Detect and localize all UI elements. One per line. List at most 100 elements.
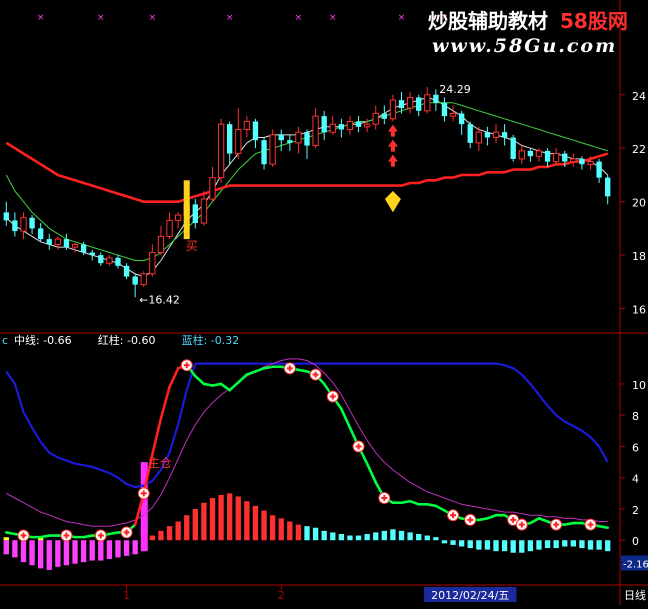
candle-body-down	[458, 113, 465, 125]
momentum-line-segment	[82, 534, 94, 539]
histogram-bar	[37, 540, 44, 569]
histogram-bar	[596, 540, 602, 550]
candle-body-up	[166, 219, 173, 237]
candle-body-down	[63, 239, 70, 248]
indicator-tick-label: 0	[632, 535, 639, 548]
histogram-bar	[106, 540, 113, 559]
top-signal-x: ×	[37, 13, 45, 23]
legend-item-0: 中线: -0.66	[14, 333, 72, 347]
indicator-tick-label: 4	[632, 473, 639, 486]
histogram-bar	[484, 540, 491, 550]
period-label: 日线	[624, 588, 646, 602]
momentum-line-segment	[563, 521, 575, 526]
candle-body-down	[115, 257, 121, 266]
histogram-bar	[312, 527, 319, 541]
candle-body-down	[37, 228, 44, 240]
histogram-bar	[184, 515, 190, 541]
candle-body-down	[123, 265, 130, 277]
candle-body-down	[441, 102, 448, 117]
momentum-line-segment	[425, 502, 438, 508]
histogram-bar	[252, 505, 259, 541]
histogram-bar	[458, 540, 465, 547]
watermark-line1: 炒股辅助教材	[428, 9, 548, 33]
price-tick-label: 16	[632, 304, 646, 317]
candle-body-down	[304, 132, 310, 146]
candle-body-down	[416, 97, 422, 111]
histogram-bar	[424, 535, 430, 541]
x-tick-label: 2	[278, 589, 285, 602]
candle-body-up	[209, 177, 216, 200]
histogram-bar	[441, 540, 448, 544]
histogram-bar	[63, 540, 70, 566]
candle-body-down	[192, 204, 198, 224]
candle-body-up	[475, 131, 482, 144]
candle-body-down	[544, 150, 551, 162]
candle-body-up	[174, 214, 182, 221]
candle-body-up	[71, 243, 79, 248]
candle-body-down	[398, 100, 405, 109]
candle-body-down	[46, 239, 52, 245]
top-signal-x: ×	[329, 13, 337, 23]
watermark-line2: www.58Gu.com	[432, 35, 617, 57]
candle-body-down	[98, 255, 104, 264]
histogram-bar	[467, 540, 473, 549]
histogram-bar	[527, 540, 534, 552]
momentum-line-segment	[39, 534, 51, 539]
momentum-line-segment	[400, 499, 412, 505]
candle-body-up	[235, 129, 242, 155]
candle-body-up	[149, 251, 156, 275]
candle-body-down	[467, 124, 473, 143]
candle-body-down	[80, 244, 87, 253]
histogram-bar	[562, 540, 568, 547]
histogram-bar	[579, 540, 585, 549]
momentum-line-segment	[597, 524, 610, 530]
histogram-bar	[381, 530, 387, 541]
histogram-bar	[269, 515, 276, 541]
histogram-bar	[304, 526, 310, 541]
chart-background	[0, 0, 648, 605]
histogram-bar	[553, 540, 559, 549]
histogram-bar	[123, 540, 130, 556]
legend-item-1: 红柱: -0.60	[98, 333, 156, 347]
stock-chart[interactable]: 16182022240246810-2.16买24.29←16.42中线: -0…	[0, 0, 648, 605]
candle-body-down	[278, 134, 284, 141]
candle-body-down	[596, 161, 602, 178]
high-price-label: 24.29	[439, 83, 471, 96]
histogram-bar	[407, 532, 413, 541]
histogram-bar	[570, 540, 577, 547]
price-tick-label: 22	[632, 143, 646, 156]
current-value-label: -2.16	[623, 559, 648, 570]
candle-body-up	[54, 238, 62, 245]
indicator-tick-label: 10	[632, 379, 646, 392]
candle-body-up	[106, 257, 113, 264]
momentum-line-segment	[202, 382, 214, 387]
candle-body-down	[579, 158, 585, 165]
top-signal-x: ×	[295, 13, 303, 23]
momentum-line-segment	[211, 382, 223, 387]
momentum-line-segment	[262, 365, 274, 370]
candle-body-up	[140, 273, 147, 286]
histogram-bar	[605, 540, 611, 552]
low-price-label: ←16.42	[139, 293, 180, 306]
candle-body-up	[570, 158, 577, 163]
candle-body-down	[433, 94, 439, 103]
histogram-bar	[433, 537, 439, 541]
candle-body-down	[29, 217, 35, 229]
histogram-bar	[3, 540, 9, 555]
indicator-tick-label: 2	[632, 504, 639, 517]
candle-body-up	[157, 235, 165, 253]
histogram-bar	[536, 540, 542, 550]
price-tick-label: 18	[632, 250, 646, 263]
histogram-bar	[218, 494, 224, 541]
candle-body-up	[217, 123, 225, 179]
histogram-bar	[166, 526, 173, 541]
histogram-bar	[544, 540, 551, 549]
candle-body-up	[346, 120, 354, 131]
histogram-bar	[175, 521, 181, 541]
histogram-bar	[450, 540, 456, 545]
candle-body-up	[243, 120, 251, 131]
candle-body-up	[518, 150, 525, 160]
histogram-bar	[115, 540, 121, 558]
candle-body-down	[287, 140, 293, 143]
histogram-bar	[235, 496, 241, 541]
